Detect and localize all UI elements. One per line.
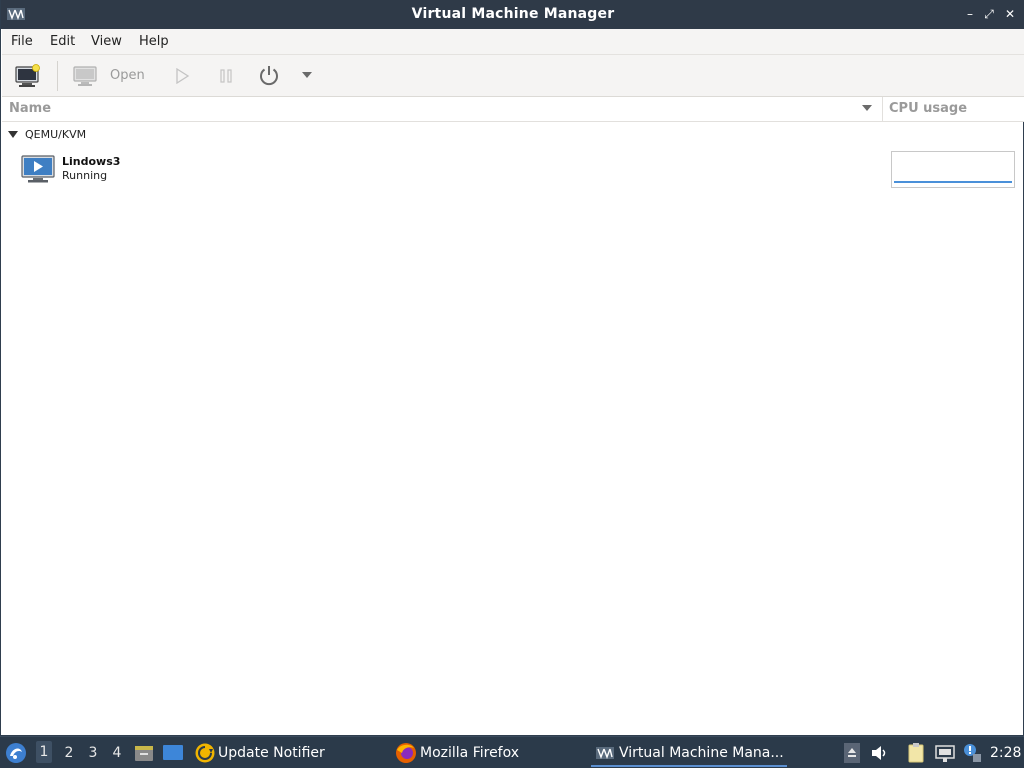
task-mozilla-firefox[interactable]: Mozilla Firefox bbox=[420, 745, 519, 761]
taskbar: 1 2 3 4 Update Notifier Mozilla Firefox … bbox=[0, 736, 1024, 768]
cpu-usage-graph bbox=[891, 151, 1015, 188]
column-divider bbox=[882, 97, 883, 121]
vmm-task-icon bbox=[596, 747, 614, 759]
desktop-icon[interactable] bbox=[162, 743, 184, 763]
close-button[interactable]: ✕ bbox=[1002, 6, 1018, 22]
workspace-4[interactable]: 4 bbox=[109, 745, 125, 761]
vmm-window: Virtual Machine Manager – ⤢ ✕ File Edit … bbox=[0, 0, 1024, 736]
expander-arrow-icon[interactable] bbox=[8, 131, 18, 138]
connection-row[interactable]: QEMU/KVM bbox=[2, 126, 302, 144]
maximize-button[interactable]: ⤢ bbox=[981, 6, 997, 22]
vm-status: Running bbox=[62, 169, 108, 182]
power-icon[interactable] bbox=[257, 64, 281, 88]
menu-bar: File Edit View Help bbox=[2, 29, 1024, 55]
task-update-notifier[interactable]: Update Notifier bbox=[218, 745, 325, 761]
vm-running-icon bbox=[21, 155, 55, 183]
toolbar: Open bbox=[2, 55, 1024, 97]
new-vm-icon[interactable] bbox=[15, 64, 41, 88]
column-name[interactable]: Name bbox=[9, 101, 51, 116]
notification-icon[interactable] bbox=[961, 742, 983, 764]
vm-name: Lindows3 bbox=[62, 155, 121, 168]
network-icon[interactable] bbox=[934, 742, 956, 764]
chevron-down-icon[interactable] bbox=[301, 71, 313, 79]
menu-help[interactable]: Help bbox=[139, 34, 169, 49]
cpu-usage-line bbox=[894, 181, 1012, 183]
start-menu-icon[interactable] bbox=[5, 742, 27, 764]
menu-file[interactable]: File bbox=[11, 34, 33, 49]
workspace-3[interactable]: 3 bbox=[85, 745, 101, 761]
minimize-button[interactable]: – bbox=[962, 6, 978, 22]
column-sort-arrow-icon[interactable] bbox=[862, 105, 872, 111]
menu-edit[interactable]: Edit bbox=[50, 34, 75, 49]
column-cpu-usage[interactable]: CPU usage bbox=[889, 101, 967, 116]
workspace-1[interactable]: 1 bbox=[36, 741, 52, 763]
update-notifier-icon bbox=[195, 743, 215, 763]
open-button[interactable]: Open bbox=[110, 68, 145, 83]
volume-icon[interactable] bbox=[870, 743, 890, 763]
active-task-indicator bbox=[591, 765, 787, 767]
pause-icon[interactable] bbox=[218, 68, 234, 84]
workspace-2[interactable]: 2 bbox=[61, 745, 77, 761]
window-title: Virtual Machine Manager bbox=[411, 6, 615, 22]
vm-list-header: Name CPU usage bbox=[2, 97, 1024, 122]
clipboard-icon[interactable] bbox=[906, 742, 928, 764]
eject-icon[interactable] bbox=[844, 743, 860, 763]
vm-row[interactable]: Lindows3 Running bbox=[2, 148, 1024, 192]
toolbar-separator bbox=[57, 61, 58, 91]
firefox-icon bbox=[396, 743, 416, 763]
task-virtual-machine-manager[interactable]: Virtual Machine Mana... bbox=[619, 745, 784, 761]
connection-label: QEMU/KVM bbox=[25, 128, 87, 141]
play-icon[interactable] bbox=[174, 68, 190, 84]
menu-view[interactable]: View bbox=[91, 34, 122, 49]
clock[interactable]: 2:28 bbox=[990, 745, 1021, 761]
file-manager-icon[interactable] bbox=[134, 743, 154, 763]
title-bar[interactable]: Virtual Machine Manager – ⤢ ✕ bbox=[1, 0, 1024, 29]
monitor-icon bbox=[73, 66, 97, 86]
